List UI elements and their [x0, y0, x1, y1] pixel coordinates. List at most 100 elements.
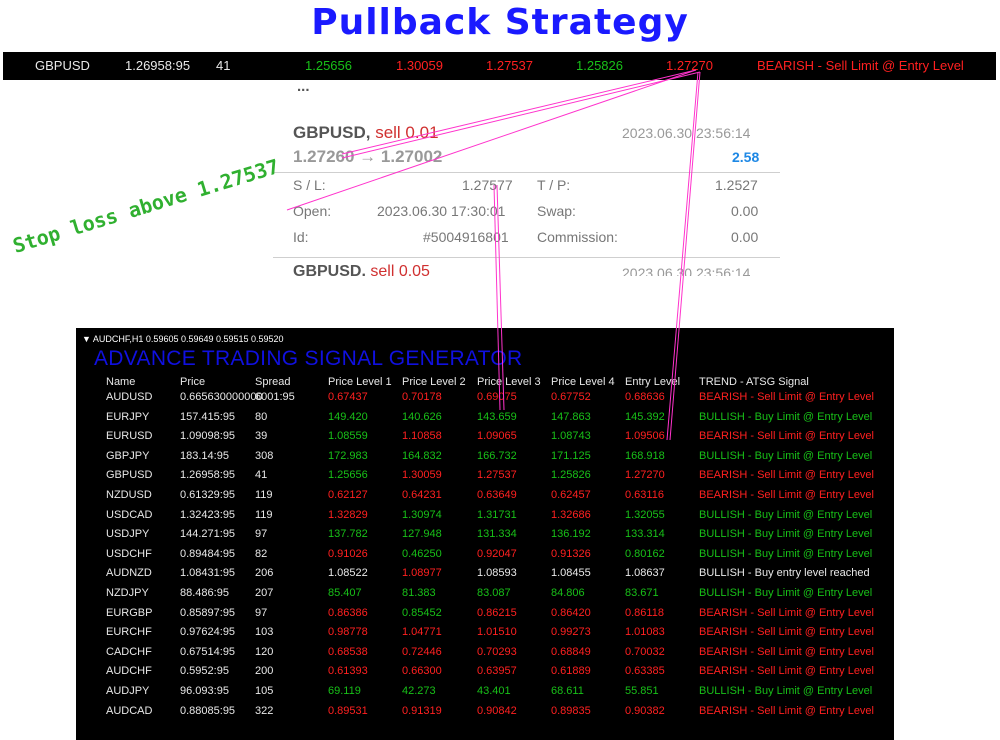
app-title: ADVANCE TRADING SIGNAL GENERATOR	[94, 347, 523, 370]
table-cell-entry: 0.90382	[625, 704, 665, 717]
table-cell-entry: 0.68636	[625, 391, 665, 403]
table-cell-price: 0.88085:95	[180, 704, 236, 717]
table-cell-l3: 0.63649	[477, 489, 517, 501]
table-cell-l1: 0.67437	[328, 391, 368, 403]
table-cell-l2: 81.383	[402, 587, 436, 599]
table-cell-l4: 1.08455	[551, 567, 591, 580]
trade-datetime: 2023.06.30 23:56:14	[622, 125, 751, 141]
column-header: TREND - ATSG Signal	[699, 376, 809, 388]
table-cell-price: 1.08431:95	[180, 567, 236, 580]
truncated-previous-trade: ...	[297, 88, 310, 95]
table-cell-l4: 0.68849	[551, 645, 591, 658]
table-cell-entry: 168.918	[625, 449, 665, 462]
table-cell-name: AUDCHF	[106, 665, 152, 678]
table-cell-l2: 1.08977	[402, 567, 442, 580]
sl-label: S / L:	[293, 177, 326, 193]
table-cell-l1: 0.68538	[328, 645, 368, 658]
table-cell-l2: 0.85452	[402, 606, 442, 619]
tp-label: T / P:	[537, 177, 571, 193]
table-cell-spread: 97	[255, 606, 268, 619]
table-cell-entry: 1.01083	[625, 626, 665, 639]
spread: 41	[216, 58, 231, 73]
commission-label: Commission:	[537, 229, 618, 245]
table-cell-l4: 147.863	[551, 410, 591, 423]
trade-prices: 1.27260 → 1.27002	[293, 147, 443, 166]
table-cell-price: 0.97624:95	[180, 626, 236, 639]
trade-details-panel[interactable]: ... GBPUSD, sell 0.01 2023.06.30 23:56:1…	[273, 88, 780, 276]
column-header: Spread	[255, 376, 291, 388]
table-cell-l1: 1.08522	[328, 567, 368, 580]
table-cell-price: 0.61329:95	[180, 489, 236, 501]
table-cell-name: CADCHF	[106, 645, 152, 658]
table-cell-spread: 120	[255, 645, 274, 658]
gbpusd-signal-bar: GBPUSD 1.26958:95 41 1.25656 1.30059 1.2…	[3, 52, 996, 80]
table-cell-l1: 85.407	[328, 587, 362, 599]
table-cell-name: AUDUSD	[106, 391, 153, 403]
price-level-2: 1.30059	[396, 58, 443, 73]
table-cell-spread: 41	[255, 469, 268, 482]
table-cell-l4: 1.32686	[551, 508, 591, 521]
table-cell-l3: 1.31731	[477, 508, 517, 521]
table-cell-signal: BULLISH - Buy Limit @ Entry Level	[699, 508, 873, 521]
table-cell-l3: 1.09065	[477, 430, 517, 443]
table-cell-price: 1.26958:95	[180, 469, 236, 482]
table-cell-l2: 0.91319	[402, 704, 442, 717]
table-cell-signal: BEARISH - Sell Limit @ Entry Level	[699, 391, 874, 403]
table-cell-l4: 0.62457	[551, 489, 591, 501]
table-cell-signal: BULLISH - Buy Limit @ Entry Level	[699, 685, 873, 697]
table-cell-spread: 206	[255, 567, 274, 580]
trade-profit: 2.58	[732, 149, 760, 165]
table-cell-l3: 1.01510	[477, 626, 517, 639]
table-cell-signal: BULLISH - Buy entry level reached	[699, 567, 870, 580]
table-cell-signal: BEARISH - Sell Limit @ Entry Level	[699, 606, 874, 619]
panel-divider	[273, 257, 780, 258]
table-cell-spread: 119	[255, 508, 273, 521]
table-cell-l2: 164.832	[402, 449, 442, 462]
table-cell-spread: 97	[255, 528, 268, 541]
table-cell-l3: 1.27537	[477, 469, 517, 482]
table-cell-signal: BULLISH - Buy Limit @ Entry Level	[699, 587, 873, 599]
table-cell-spread: 105	[255, 685, 274, 697]
table-cell-entry: 1.27270	[625, 469, 665, 482]
table-cell-spread: 308	[255, 449, 274, 462]
signal-text: BEARISH - Sell Limit @ Entry Level	[757, 58, 964, 73]
table-cell-l1: 1.32829	[328, 508, 368, 521]
table-cell-l4: 171.125	[551, 449, 591, 462]
table-cell-signal: BULLISH - Buy Limit @ Entry Level	[699, 547, 873, 560]
table-cell-l3: 0.63957	[477, 665, 517, 678]
price-level-3: 1.27537	[486, 58, 533, 73]
table-cell-l1: 0.86386	[328, 606, 368, 619]
table-cell-l1: 0.61393	[328, 665, 368, 678]
table-cell-spread: 119	[255, 489, 273, 501]
table-cell-name: AUDCAD	[106, 704, 153, 717]
table-cell-name: EURGBP	[106, 606, 153, 619]
table-cell-entry: 145.392	[625, 410, 665, 423]
table-cell-l1: 0.91026	[328, 547, 368, 560]
table-cell-l2: 0.70178	[402, 391, 442, 403]
table-cell-entry: 133.314	[625, 528, 665, 541]
open-label: Open:	[293, 203, 332, 219]
table-cell-l4: 0.99273	[551, 626, 591, 639]
table-cell-l2: 42.273	[402, 685, 436, 697]
table-cell-l1: 137.782	[328, 528, 368, 541]
table-cell-signal: BEARISH - Sell Limit @ Entry Level	[699, 665, 874, 678]
table-cell-name: GBPJPY	[106, 449, 150, 462]
trade-side: sell 0.01	[375, 123, 439, 142]
table-cell-l4: 0.89835	[551, 704, 591, 717]
table-cell-name: GBPUSD	[106, 469, 153, 482]
table-cell-l2: 0.72446	[402, 645, 442, 658]
table-cell-l2: 127.948	[402, 528, 442, 541]
table-cell-l2: 1.04771	[402, 626, 442, 639]
table-cell-name: EURCHF	[106, 626, 152, 639]
id-label: Id:	[293, 229, 309, 245]
table-cell-price: 1.32423:95	[180, 508, 236, 521]
chart-header: ▼ AUDCHF,H1 0.59605 0.59649 0.59515 0.59…	[82, 334, 284, 344]
column-header: Price Level 2	[402, 376, 466, 388]
next-trade-datetime: 2023.06.30 23:56:14	[622, 265, 751, 276]
price-level-4: 1.25826	[576, 58, 623, 73]
next-trade-symbol: GBPUSD,	[293, 263, 366, 276]
next-trade-side: sell 0.05	[370, 263, 430, 276]
table-cell-price: 96.093:95	[180, 685, 229, 697]
table-cell-l1: 1.25656	[328, 469, 368, 482]
table-cell-l3: 0.70293	[477, 645, 517, 658]
